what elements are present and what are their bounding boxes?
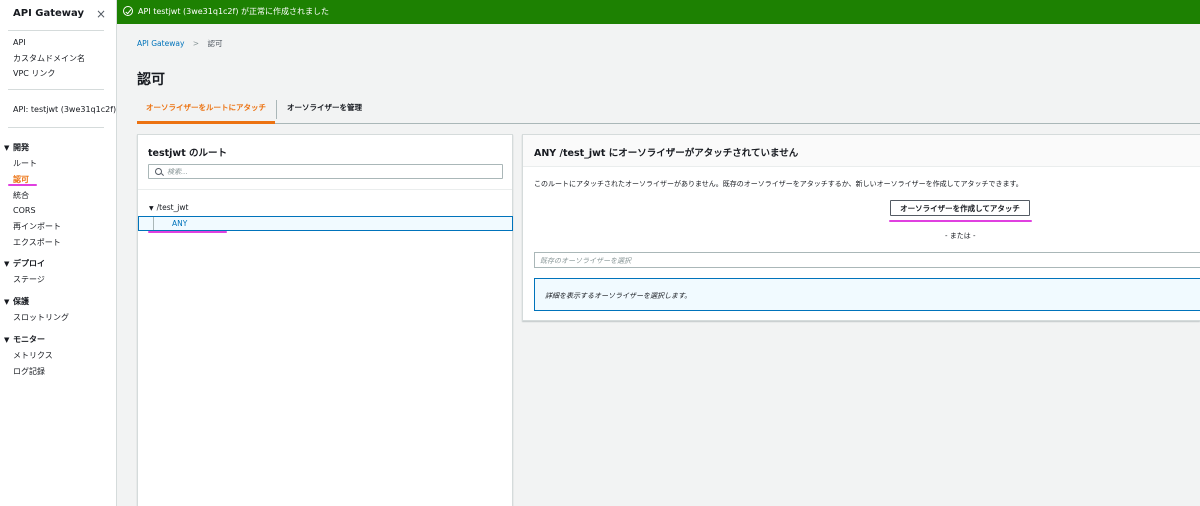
close-icon[interactable]: × [96, 7, 106, 21]
sidebar-section-protect[interactable]: ▼ 保護 [4, 296, 29, 307]
tab-bar: オーソライザーをルートにアタッチ オーソライザーを管理 [137, 96, 1200, 124]
breadcrumb-link-api-gateway[interactable]: API Gateway [137, 39, 184, 48]
caret-down-icon: ▼ [4, 298, 10, 306]
check-circle-icon [123, 6, 133, 16]
sidebar-item-cors[interactable]: CORS [13, 206, 36, 215]
route-path: /test_jwt [156, 203, 189, 212]
sidebar-item-custom-domain[interactable]: カスタムドメイン名 [13, 53, 85, 64]
sidebar-divider [8, 30, 104, 31]
highlight-underline [889, 220, 1032, 222]
tab-attach-authorizer[interactable]: オーソライザーをルートにアタッチ [137, 96, 275, 124]
sidebar-header: API Gateway × [13, 7, 113, 22]
success-flashbar: API testjwt (3we31q1c2f) が正常に作成されました [117, 0, 1200, 24]
sidebar-item-stages[interactable]: ステージ [13, 274, 45, 285]
panel-divider [138, 189, 512, 190]
sidebar-item-routes[interactable]: ルート [13, 158, 37, 169]
tab-divider [276, 100, 277, 119]
page-title: 認可 [137, 72, 165, 88]
sidebar-section-deploy[interactable]: ▼ デプロイ [4, 258, 45, 269]
chevron-right-icon: > [192, 39, 200, 48]
sidebar-divider [8, 89, 104, 90]
existing-authorizer-select[interactable]: 既存のオーソライザーを選択 [534, 252, 1200, 268]
highlight-underline [8, 184, 37, 186]
sidebar-item-throttling[interactable]: スロットリング [13, 312, 69, 323]
caret-down-icon: ▼ [4, 144, 10, 152]
create-and-attach-button[interactable]: オーソライザーを作成してアタッチ [890, 200, 1030, 216]
sidebar-section-monitor[interactable]: ▼ モニター [4, 334, 45, 345]
routes-panel-title: testjwt のルート [148, 148, 228, 159]
route-method-any[interactable]: ANY [138, 216, 513, 231]
side-navigation: API Gateway × API カスタムドメイン名 VPC リンク API:… [0, 0, 117, 506]
sidebar-item-reimport[interactable]: 再インポート [13, 221, 61, 232]
sidebar-item-integrations[interactable]: 統合 [13, 190, 29, 201]
info-text: 詳細を表示するオーソライザーを選択します。 [545, 292, 692, 300]
breadcrumb: API Gateway > 認可 [137, 38, 222, 49]
sidebar-divider [8, 127, 104, 128]
breadcrumb-current: 認可 [207, 39, 223, 48]
detail-description: このルートにアタッチされたオーソライザーがありません。既存のオーソライザーをアタ… [534, 180, 1023, 188]
flash-message: API testjwt (3we31q1c2f) が正常に作成されました [138, 7, 329, 16]
authorizer-detail-panel: ANY /test_jwt にオーソライザーがアタッチされていません このルート… [522, 134, 1200, 321]
search-icon [155, 168, 162, 175]
sidebar-item-logging[interactable]: ログ記録 [13, 366, 45, 377]
sidebar-item-api[interactable]: API [13, 38, 26, 47]
select-placeholder: 既存のオーソライザーを選択 [540, 257, 631, 265]
search-input[interactable]: 検索... [148, 164, 503, 179]
search-placeholder: 検索... [167, 168, 188, 176]
caret-down-icon: ▼ [149, 205, 154, 212]
method-label: ANY [172, 219, 188, 228]
tree-guide-line [153, 217, 154, 230]
caret-down-icon: ▼ [4, 260, 10, 268]
routes-panel: testjwt のルート 検索... ▼/test_jwt ANY [137, 134, 513, 506]
detail-panel-title: ANY /test_jwt にオーソライザーがアタッチされていません [534, 148, 799, 159]
highlight-underline [148, 231, 227, 233]
sidebar-title[interactable]: API Gateway [13, 8, 84, 19]
detail-panel-header: ANY /test_jwt にオーソライザーがアタッチされていません [523, 135, 1200, 167]
sidebar-item-api-selected[interactable]: API: testjwt (3we31q1c2f) [13, 105, 116, 114]
caret-down-icon: ▼ [4, 336, 10, 344]
route-item[interactable]: ▼/test_jwt [149, 203, 188, 212]
sidebar-item-vpc-link[interactable]: VPC リンク [13, 68, 55, 79]
sidebar-section-develop[interactable]: ▼ 開発 [4, 142, 29, 153]
info-alert: 詳細を表示するオーソライザーを選択します。 [534, 278, 1200, 311]
tab-manage-authorizers[interactable]: オーソライザーを管理 [287, 96, 362, 123]
or-separator: - または - [945, 232, 976, 240]
sidebar-item-metrics[interactable]: メトリクス [13, 350, 53, 361]
sidebar-item-export[interactable]: エクスポート [13, 237, 61, 248]
